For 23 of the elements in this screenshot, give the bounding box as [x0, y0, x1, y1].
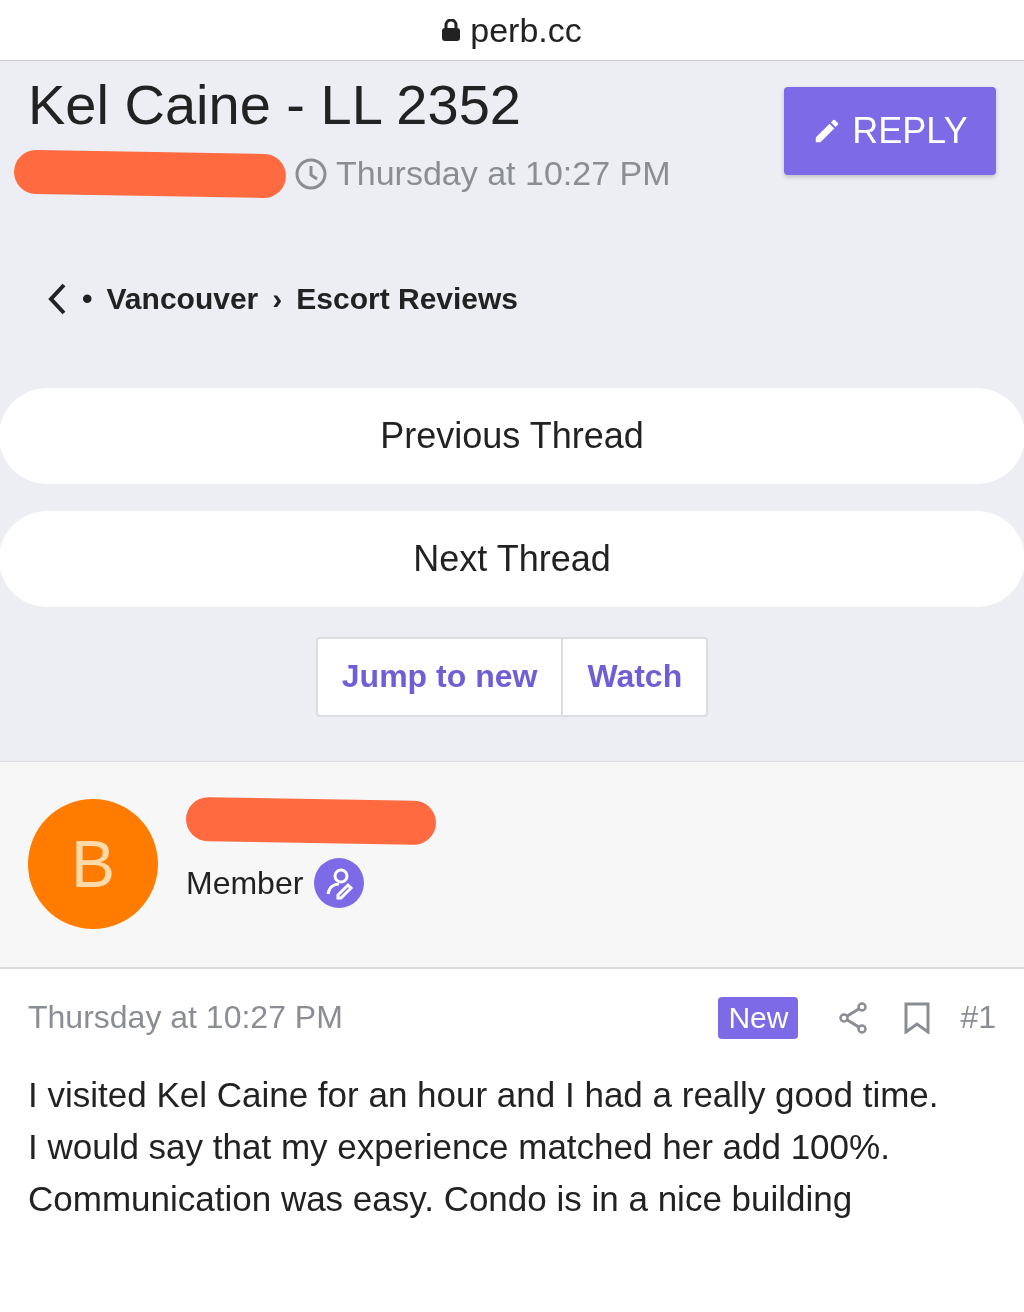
- back-chevron-icon[interactable]: [46, 281, 68, 316]
- reply-button[interactable]: REPLY: [784, 87, 996, 175]
- bookmark-icon[interactable]: [904, 1001, 931, 1034]
- breadcrumb-link[interactable]: Vancouver: [106, 281, 259, 316]
- url-text[interactable]: perb.cc: [470, 10, 582, 50]
- post-paragraph: Communication was easy. Condo is in a nice building: [28, 1177, 854, 1220]
- thread-action-button[interactable]: Watch: [563, 638, 707, 715]
- post-paragraph: I visited Kel Caine for an hour and I had a really good time. I would say that my experience matched her add 100%.: [28, 1073, 940, 1168]
- new-badge: New: [718, 996, 799, 1039]
- breadcrumb-link[interactable]: Escort Reviews: [296, 281, 519, 316]
- breadcrumb-bullet: •: [82, 281, 93, 316]
- thread-action-button[interactable]: Jump to new: [317, 638, 564, 715]
- post-date: Thursday at 10:27 PM: [28, 999, 344, 1037]
- user-role: Member: [186, 864, 304, 902]
- thread-nav-button[interactable]: Next Thread: [0, 510, 1024, 607]
- thread-title: Kel Caine - LL 2352: [28, 72, 522, 138]
- thread-date: Thursday at 10:27 PM: [336, 154, 671, 194]
- share-icon[interactable]: [838, 1001, 869, 1034]
- breadcrumb-separator: ›: [272, 281, 283, 316]
- lock-icon: [442, 19, 461, 41]
- thread-nav-button[interactable]: Previous Thread: [0, 387, 1024, 484]
- badge-icon: [313, 857, 366, 910]
- clock-icon: [294, 156, 328, 191]
